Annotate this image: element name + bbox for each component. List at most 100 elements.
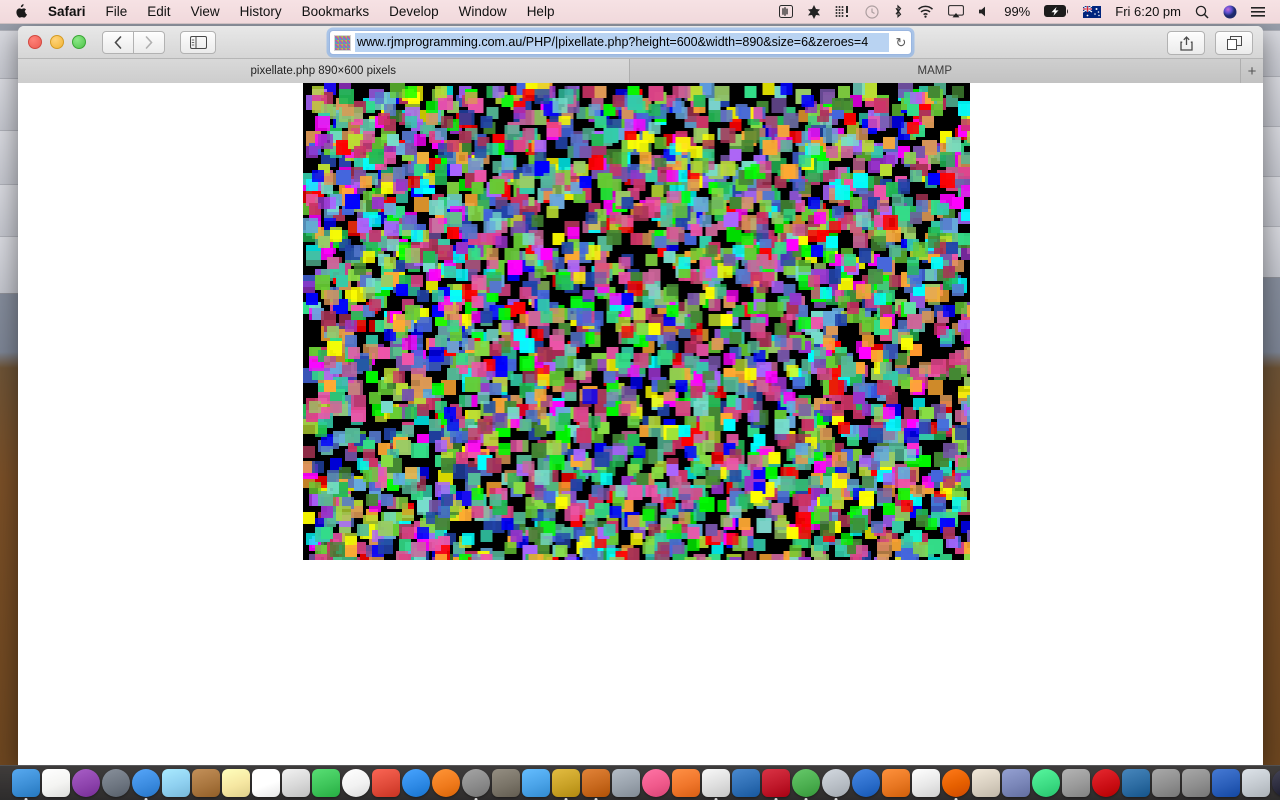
package-icon[interactable]	[912, 769, 940, 797]
finder-icon[interactable]	[12, 769, 40, 797]
menu-item-bookmarks[interactable]: Bookmarks	[292, 0, 380, 23]
macos-menu-bar: Safari File Edit View History Bookmarks Develo…	[0, 0, 1280, 24]
notification-center-icon[interactable]	[1244, 6, 1272, 18]
safari-icon[interactable]	[132, 769, 160, 797]
time-machine-icon[interactable]	[858, 4, 886, 19]
chrome-icon[interactable]	[792, 769, 820, 797]
notes-icon[interactable]	[222, 769, 250, 797]
spotlight-search-icon[interactable]	[1188, 5, 1216, 19]
menu-bar-clock[interactable]: Fri 6:20 pm	[1108, 0, 1188, 23]
bg-window-edge	[0, 30, 18, 80]
page-content	[18, 83, 1263, 766]
safari-window: www.rjmprogramming.com.au/PHP/|pixellate…	[18, 26, 1263, 766]
browser-tab-0[interactable]: pixellate.php 890×600 pixels	[18, 59, 630, 83]
bg-window-edge	[0, 130, 18, 186]
site-favicon	[334, 34, 351, 51]
help-icon[interactable]	[1062, 769, 1090, 797]
airplay-audio-icon[interactable]	[772, 5, 800, 18]
address-bar-text[interactable]: www.rjmprogramming.com.au/PHP/|pixellate…	[355, 33, 889, 52]
share-icon[interactable]	[1167, 31, 1205, 55]
browser-tab-label: pixellate.php 890×600 pixels	[250, 65, 396, 77]
visual-studio-icon[interactable]	[1212, 769, 1240, 797]
grapher-icon[interactable]	[702, 769, 730, 797]
app-grid-icon[interactable]	[372, 769, 400, 797]
app-store-icon[interactable]	[402, 769, 430, 797]
australia-flag-icon[interactable]	[1076, 5, 1108, 18]
apple-logo-icon[interactable]	[0, 4, 38, 19]
filezilla-icon[interactable]	[762, 769, 790, 797]
volume-icon[interactable]	[971, 5, 997, 18]
books-icon[interactable]	[972, 769, 1000, 797]
disk-utility-icon[interactable]	[522, 769, 550, 797]
bg-window-edge	[0, 236, 18, 294]
aa-orange-icon[interactable]	[432, 769, 460, 797]
siri-icon[interactable]	[72, 769, 100, 797]
opera-icon[interactable]	[1092, 769, 1120, 797]
php-icon[interactable]	[1002, 769, 1030, 797]
menu-item-file[interactable]: File	[96, 0, 138, 23]
sidebar-toggle-icon[interactable]	[180, 30, 216, 54]
question-icon[interactable]	[1152, 769, 1180, 797]
menu-bar-status-area: 99% Fri 6:20 pm	[772, 0, 1280, 23]
menu-item-view[interactable]: View	[181, 0, 230, 23]
android-studio-icon[interactable]	[1032, 769, 1060, 797]
back-button[interactable]	[102, 30, 134, 54]
menu-item-history[interactable]: History	[230, 0, 292, 23]
itunes-icon[interactable]	[642, 769, 670, 797]
reload-button[interactable]: ↻	[891, 35, 911, 51]
keynote-icon[interactable]	[732, 769, 760, 797]
avast-icon[interactable]	[672, 769, 700, 797]
sphere-icon[interactable]	[1272, 769, 1280, 797]
photos-preview-icon[interactable]	[282, 769, 310, 797]
bg-window-edge	[1263, 126, 1280, 178]
keys-icon[interactable]	[1182, 769, 1210, 797]
scanner-icon[interactable]	[612, 769, 640, 797]
window-traffic-lights	[18, 35, 86, 49]
vlc-icon[interactable]	[882, 769, 910, 797]
launchpad-icon[interactable]	[102, 769, 130, 797]
text-document-icon[interactable]	[42, 769, 70, 797]
bg-window-edge	[1263, 176, 1280, 228]
airplay-display-icon[interactable]	[941, 5, 971, 18]
browser-tab-1[interactable]: MAMP	[629, 59, 1241, 83]
menu-item-help[interactable]: Help	[517, 0, 565, 23]
dock-icon-list	[0, 769, 1280, 797]
menu-item-edit[interactable]: Edit	[137, 0, 180, 23]
firefox-icon[interactable]	[942, 769, 970, 797]
nav-buttons	[102, 30, 165, 54]
zoom-button[interactable]	[72, 35, 86, 49]
safari-toolbar: www.rjmprogramming.com.au/PHP/|pixellate…	[18, 26, 1263, 59]
web-app-icon[interactable]	[552, 769, 580, 797]
pixellate-output-image[interactable]	[303, 83, 970, 560]
virtualbox-icon[interactable]	[1122, 769, 1150, 797]
airport-utility-icon[interactable]	[822, 769, 850, 797]
bluetooth-icon[interactable]	[886, 4, 910, 19]
close-button[interactable]	[28, 35, 42, 49]
tab-overview-icon[interactable]	[1215, 31, 1253, 55]
remote-desktop-icon[interactable]	[582, 769, 610, 797]
forward-button[interactable]	[134, 30, 165, 54]
menu-item-window[interactable]: Window	[449, 0, 517, 23]
calendar-icon[interactable]	[252, 769, 280, 797]
new-tab-button[interactable]: +	[1241, 59, 1263, 83]
mail-icon[interactable]	[162, 769, 190, 797]
facetime-icon[interactable]	[312, 769, 340, 797]
browser-tab-label: MAMP	[917, 65, 953, 77]
wifi-icon[interactable]	[910, 5, 941, 18]
system-preferences-icon[interactable]	[462, 769, 490, 797]
minimize-button[interactable]	[50, 35, 64, 49]
address-bar[interactable]: www.rjmprogramming.com.au/PHP/|pixellate…	[329, 30, 912, 55]
preview-icon[interactable]	[1242, 769, 1270, 797]
blue-globe-icon[interactable]	[852, 769, 880, 797]
menu-item-safari[interactable]: Safari	[38, 0, 96, 23]
contacts-icon[interactable]	[192, 769, 220, 797]
photos-icon[interactable]	[342, 769, 370, 797]
toolbar-right-buttons	[1167, 31, 1253, 55]
siri-icon[interactable]	[1216, 5, 1244, 19]
keychain-icon[interactable]	[492, 769, 520, 797]
dots-alert-icon[interactable]	[828, 5, 858, 18]
avast-shield-icon[interactable]	[800, 4, 828, 19]
battery-charging-icon[interactable]	[1037, 5, 1076, 18]
dock	[0, 765, 1280, 800]
menu-item-develop[interactable]: Develop	[379, 0, 449, 23]
